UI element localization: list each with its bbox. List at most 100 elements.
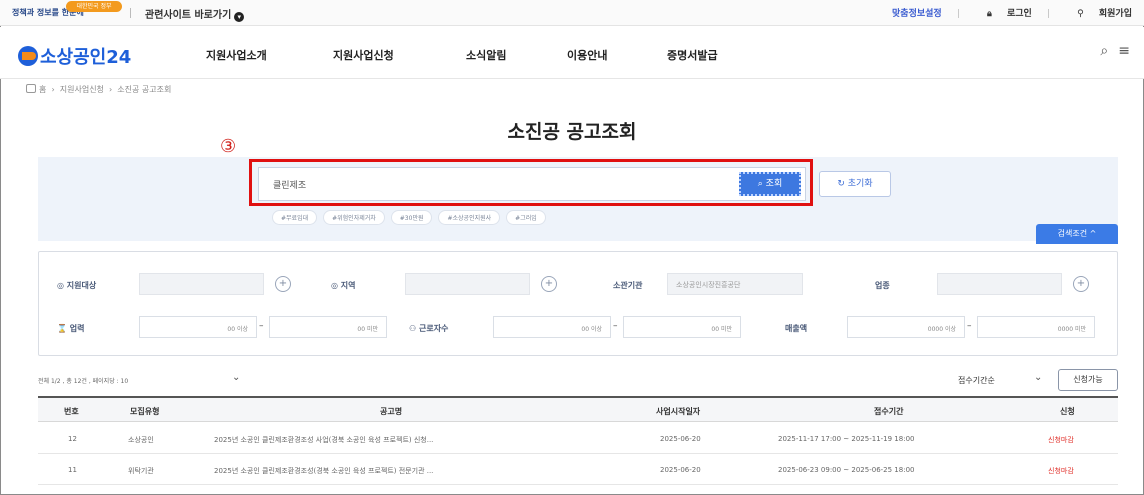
related-sites-link[interactable]: 관련사이트 바로가기 ▾ <box>145 6 245 22</box>
filter-region-field[interactable] <box>405 273 530 295</box>
reset-label: 초기화 <box>847 179 873 189</box>
keyword-tag[interactable]: #그러임 <box>506 210 546 225</box>
table-row[interactable]: 12 소상공인 2025년 소공인 클린제조환경조성 사업(경북 소공인 육성 … <box>38 424 1118 454</box>
filter-sales-label: 매출액 <box>785 324 808 333</box>
keyword-tags: #무료임대 #위험인자제거차 #30만원 #소상공인지원사 #그러임 <box>272 210 552 225</box>
filter-target-field[interactable] <box>139 273 264 295</box>
row-period: 2025-11-17 17:00 ~ 2025-11-19 18:00 <box>778 435 915 443</box>
row-type: 소상공인 <box>128 436 154 444</box>
sales-from-input[interactable]: 0000 이상 <box>847 316 965 338</box>
employees-to-input[interactable]: 00 미만 <box>623 316 741 338</box>
filter-agency-label: 소관기관 <box>613 281 643 290</box>
status-badge: 신청마감 <box>1048 467 1074 475</box>
user-plus-icon: ⚲ <box>1077 9 1084 19</box>
plus-icon[interactable]: + <box>275 276 291 292</box>
nav-item-support-intro[interactable]: 지원사업소개 <box>206 47 267 63</box>
utility-links: 맞춤정보설정 | 🔒︎ 로그인 | ⚲ 회원가입 <box>892 6 1132 19</box>
row-start-date: 2025-06-20 <box>660 435 701 443</box>
nav-item-guide[interactable]: 이용안내 <box>567 47 607 63</box>
result-count: 전체 1/2 , 총 12건 , 페이지당 : 10 <box>38 378 129 385</box>
divider <box>130 8 131 18</box>
login-link[interactable]: 🔒︎ 로그인 <box>975 9 1032 19</box>
lock-icon: 🔒︎ <box>987 9 992 19</box>
login-label: 로그인 <box>1006 9 1032 19</box>
column-header: 접수기간 <box>874 407 904 416</box>
brand-name: 소상공인24 <box>40 47 132 68</box>
filter-icon: ◎ <box>57 281 64 290</box>
row-type: 위탁기관 <box>128 467 154 475</box>
row-period: 2025-06-23 09:00 ~ 2025-06-25 18:00 <box>778 466 915 474</box>
filter-industry-field[interactable] <box>937 273 1062 295</box>
keyword-tag[interactable]: #30만원 <box>390 210 433 225</box>
breadcrumb-item: 소진공 공고조회 <box>117 85 172 94</box>
location-icon: ◎ <box>331 281 338 290</box>
keyword-tag[interactable]: #위험인자제거차 <box>323 210 385 225</box>
page-title: 소진공 공고조회 <box>507 121 637 143</box>
gov-badge: 대한민국 정부 <box>66 1 122 12</box>
nav-item-support-apply[interactable]: 지원사업신청 <box>333 47 394 63</box>
chevron-down-icon: ▾ <box>234 12 245 22</box>
highlight-box <box>249 159 813 206</box>
divider: | <box>956 9 960 19</box>
signup-link[interactable]: ⚲ 회원가입 <box>1065 9 1132 19</box>
range-dash: – <box>967 321 972 331</box>
filter-industry-label: 업종 <box>875 281 890 290</box>
table-header: 번호 모집유형 공고명 사업시작일자 접수기간 신청 <box>38 396 1118 422</box>
home-icon[interactable] <box>26 84 36 93</box>
filter-employees-text: 근로자수 <box>418 324 449 333</box>
age-to-input[interactable]: 00 미만 <box>269 316 387 338</box>
menu-icon[interactable]: ≡ <box>1118 43 1130 59</box>
range-dash: – <box>613 321 618 331</box>
nav-item-news[interactable]: 소식알림 <box>466 47 506 63</box>
filter-region-label: ◎ 지역 <box>331 280 356 291</box>
breadcrumb-item[interactable]: 지원사업신청 <box>60 85 104 94</box>
step-marker: ③ <box>220 136 237 157</box>
filter-target-text: 지원대상 <box>66 281 97 290</box>
keyword-tag[interactable]: #무료임대 <box>272 210 318 225</box>
reset-button[interactable]: ↻ 초기화 <box>819 171 891 197</box>
row-title-link[interactable]: 2025년 소공인 클린제조환경조성(경북 소공인 육성 프로젝트) 전문기관 … <box>214 466 544 476</box>
chevron-down-icon[interactable]: ⌄ <box>232 372 240 383</box>
plus-icon[interactable]: + <box>1073 276 1089 292</box>
brand-logo[interactable]: 소상공인24 <box>18 43 131 69</box>
signup-label: 회원가입 <box>1098 9 1132 19</box>
column-header: 사업시작일자 <box>656 407 701 416</box>
table-row[interactable]: 11 위탁기관 2025년 소공인 클린제조환경조성(경북 소공인 육성 프로젝… <box>38 455 1118 485</box>
sales-to-input[interactable]: 0000 미만 <box>977 316 1095 338</box>
people-icon: ⚇ <box>409 324 417 333</box>
breadcrumb: 홈 › 지원사업신청 › 소진공 공고조회 <box>26 84 171 95</box>
plus-icon[interactable]: + <box>541 276 557 292</box>
column-header: 번호 <box>64 407 79 416</box>
filter-target-label: ◎ 지원대상 <box>57 280 96 291</box>
filter-employees-label: ⚇ 근로자수 <box>409 323 448 334</box>
search-icon[interactable]: ⌕ <box>1100 43 1108 59</box>
employees-from-input[interactable]: 00 이상 <box>493 316 611 338</box>
age-from-input[interactable]: 00 이상 <box>139 316 257 338</box>
column-header: 공고명 <box>380 407 403 416</box>
row-number: 12 <box>68 435 77 443</box>
utility-bar: 정책과 정보를 한눈에 대한민국 정부 관련사이트 바로가기 ▾ 맞춤정보설정 |… <box>0 0 1144 26</box>
chevron-down-icon[interactable]: ⌄ <box>1034 372 1042 383</box>
column-header: 신청 <box>1060 407 1075 416</box>
available-filter-button[interactable]: 신청가능 <box>1058 369 1118 391</box>
filter-age-text: 업력 <box>69 324 85 333</box>
row-title-link[interactable]: 2025년 소공인 클린제조환경조성 사업(경북 소공인 육성 프로젝트) 신청… <box>214 435 544 445</box>
filter-region-text: 지역 <box>340 281 356 290</box>
brand-logo-icon <box>18 46 38 66</box>
row-number: 11 <box>68 466 77 474</box>
nav-item-certificate[interactable]: 증명서발급 <box>667 47 718 63</box>
keyword-tag[interactable]: #소상공인지원사 <box>438 210 501 225</box>
custom-info-link[interactable]: 맞춤정보설정 <box>892 9 942 19</box>
column-header: 모집유형 <box>130 407 160 416</box>
main-nav: 소상공인24 지원사업소개 지원사업신청 소식알림 이용안내 증명서발급 ⌕ ≡ <box>0 27 1144 79</box>
status-badge: 신청마감 <box>1048 436 1074 444</box>
search-conditions-toggle[interactable]: 검색조건 ^ <box>1036 224 1118 244</box>
related-sites-label: 관련사이트 바로가기 <box>145 10 232 21</box>
divider: | <box>1046 9 1050 19</box>
filter-panel: ◎ 지원대상 + ◎ 지역 + 소관기관 소상공인시장진흥공단 업종 + ⌛ 업… <box>38 251 1118 356</box>
refresh-icon: ↻ <box>837 179 845 189</box>
filter-agency-field[interactable]: 소상공인시장진흥공단 <box>667 273 803 295</box>
calendar-icon: ⌛ <box>57 324 67 333</box>
row-start-date: 2025-06-20 <box>660 466 701 474</box>
breadcrumb-home[interactable]: 홈 <box>39 85 46 94</box>
